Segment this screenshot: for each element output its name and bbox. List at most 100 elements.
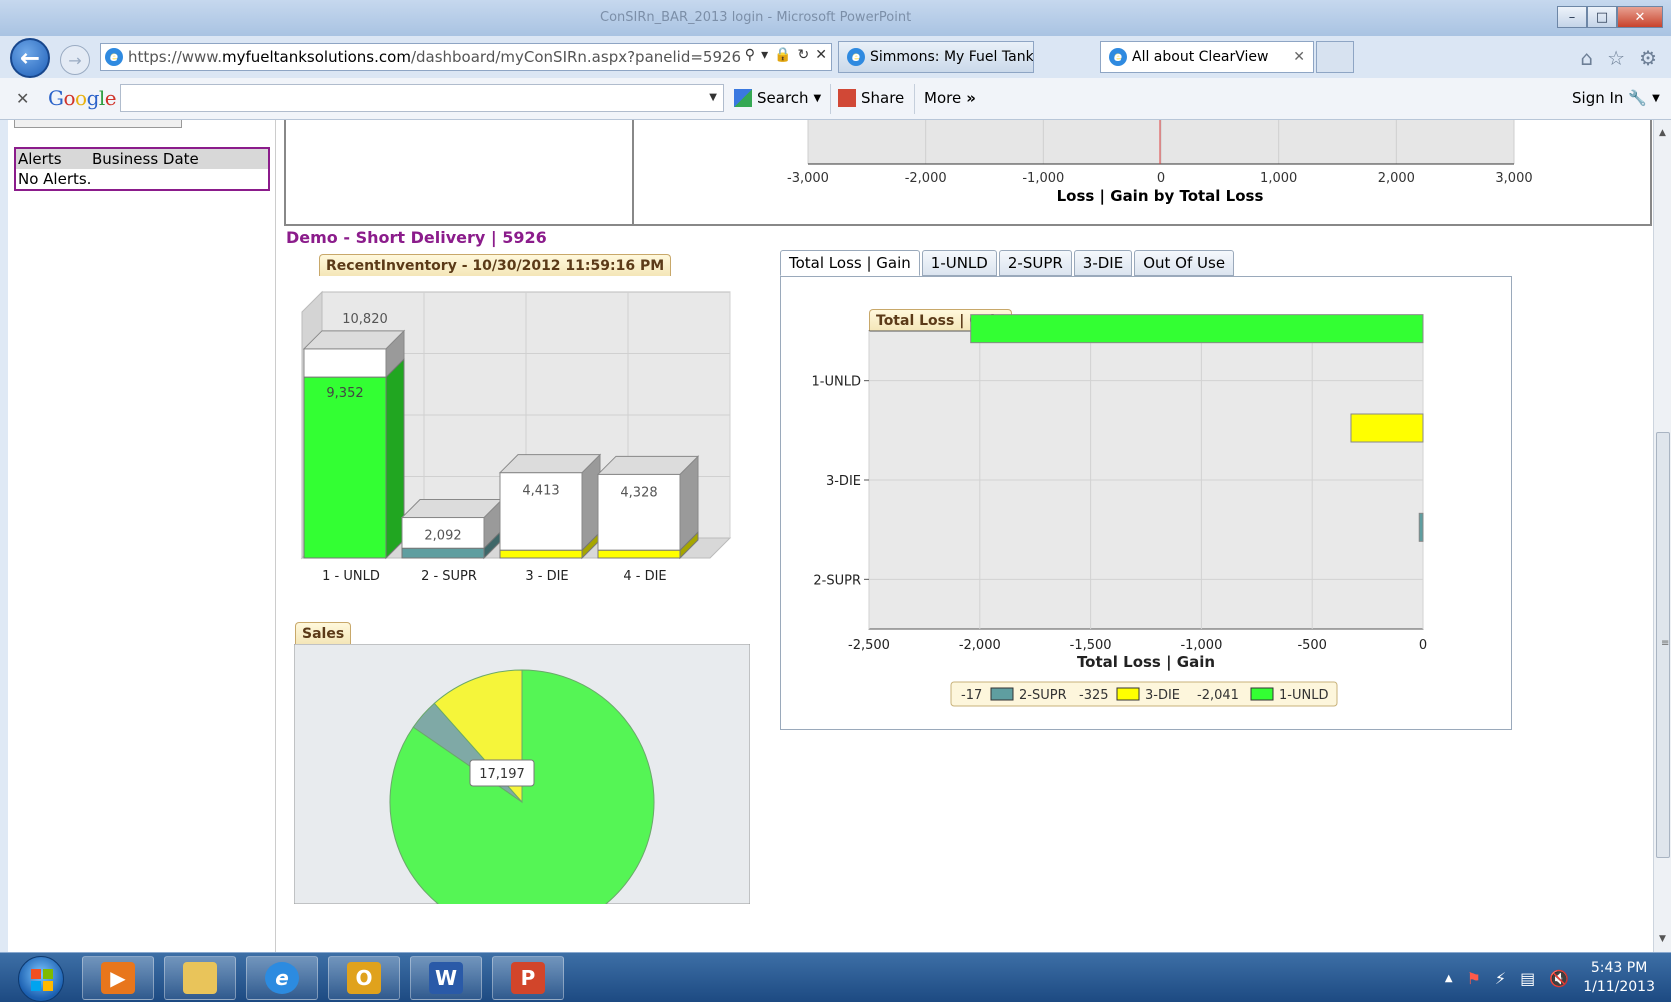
taskbar-clock[interactable]: 5:43 PM 1/11/2013 [1583,959,1655,997]
google-search-button[interactable]: Search ▼ [734,89,821,107]
loss-gain-legend: -17 2-SUPR -325 3-DIE -2,041 1-UNLD [950,681,1338,707]
chevron-down-icon[interactable]: ▾ [761,47,768,63]
legend-swatch [1250,687,1274,701]
tab-label: Simmons: My Fuel Tank Soluti... [870,49,1034,65]
sidebar: Alerts Business Date No Alerts. [8,120,276,952]
loss-gain-tick-label: -2,000 [959,638,1001,653]
more-button[interactable]: More» [924,89,976,107]
alerts-table: Alerts Business Date No Alerts. [14,147,270,191]
taskbar-powerpoint[interactable]: P [492,956,564,1000]
taskbar-media-player[interactable]: ▶ [82,956,154,1000]
loss-gain-tick-label: -2,500 [848,638,890,653]
new-tab-button[interactable] [1316,41,1354,73]
action-center-flag-icon[interactable]: ⚑ [1467,969,1481,988]
loss-gain-tick-label: 0 [1419,638,1427,653]
start-button[interactable] [18,956,64,1002]
search-icon[interactable]: ⚲ [745,47,755,63]
close-icon[interactable]: ✕ [16,89,29,108]
google-search-input[interactable]: ▼ [120,84,724,112]
ie-tab-icon: e [1109,48,1127,66]
top-panel: -3,000 -2,000 -1,000 0 1,000 2,000 3,000 Loss … [284,120,1652,226]
top-chart-xlabel: Loss | Gain by Total Loss [1057,187,1264,206]
tab-1-unld[interactable]: 1-UNLD [921,250,997,276]
inventory-capacity-label: 4,413 [522,484,559,499]
page-scrollbar[interactable]: ▲ ≡ ▼ [1653,120,1671,952]
top-loss-gain-chart: -3,000 -2,000 -1,000 0 1,000 2,000 3,000 Loss … [787,120,1533,206]
top-tick-label: 1,000 [1260,171,1297,186]
lock-icon[interactable]: 🔒 [774,47,791,63]
maximize-button[interactable]: □ [1587,6,1617,28]
inventory-capacity-bar [303,348,387,378]
network-icon[interactable]: ▤ [1520,969,1535,988]
tab-simmons[interactable]: e Simmons: My Fuel Tank Soluti... [838,41,1034,73]
back-button[interactable]: ← [10,38,50,78]
inventory-volume-side [385,357,405,560]
wrench-icon[interactable]: 🔧 [1628,89,1647,107]
minimize-button[interactable]: – [1557,6,1587,28]
inventory-chart-header: RecentInventory - 10/30/2012 11:59:16 PM [319,254,672,276]
forward-arrow-icon: → [68,50,82,70]
legend-swatch [1116,687,1140,701]
loss-gain-panel: Total Loss | Gain -2,500 -2,000 -1,500 -1,0… [780,276,1512,730]
grip-icon: ≡ [1661,638,1670,649]
windows-taskbar: ▶ e O W P ▲ ⚑ ⚡ ▤ 🔇 5:43 PM 1/11/2013 [0,952,1671,1002]
taskbar-explorer[interactable] [164,956,236,1000]
gear-icon[interactable]: ⚙ [1639,46,1657,70]
top-tick-label: -2,000 [905,171,947,186]
inventory-category-label: 2 - SUPR [421,569,477,584]
tab-out-of-use[interactable]: Out Of Use [1134,250,1235,276]
sales-pie-chart: 17,197 [294,644,750,904]
share-button[interactable]: Share [838,89,904,107]
sidebar-button[interactable] [14,120,182,128]
inventory-category-label: 1 - UNLD [322,569,380,584]
stop-icon[interactable]: ✕ [815,47,827,63]
loss-gain-tabs: Total Loss | Gain 1-UNLD 2-SUPR 3-DIE Ou… [780,250,1235,276]
clock-date: 1/11/2013 [1583,979,1655,995]
loss-gain-category-label: 2-SUPR [813,573,861,588]
legend-value: -17 [961,688,982,703]
alerts-empty-row: No Alerts. [18,170,92,188]
refresh-icon[interactable]: ↻ [798,47,810,63]
inventory-volume-label: 9,352 [326,386,363,401]
ie-page-icon: e [105,48,123,66]
power-icon[interactable]: ⚡ [1495,969,1506,988]
taskbar-word[interactable]: W [410,956,482,1000]
legend-value: -2,041 [1197,688,1239,703]
chevron-down-icon[interactable]: ▼ [709,92,717,103]
top-tick-label: -3,000 [787,171,829,186]
double-chevron-right-icon: » [966,89,976,107]
sales-tooltip: 17,197 [469,759,535,787]
inventory-volume-bar [597,549,681,559]
home-icon[interactable]: ⌂ [1580,46,1593,70]
inventory-capacity-label: 4,328 [620,485,657,500]
inventory-capacity-top [498,454,602,474]
loss-gain-bar [970,314,1424,344]
close-window-button[interactable]: ✕ [1617,6,1663,28]
tab-total-loss-gain[interactable]: Total Loss | Gain [780,250,920,276]
address-bar[interactable]: e https://www.myfueltanksolutions.com/da… [100,43,832,71]
ie-tab-icon: e [847,48,865,66]
volume-muted-icon[interactable]: 🔇 [1549,969,1569,988]
show-hidden-icons-icon[interactable]: ▲ [1445,973,1453,984]
inventory-capacity-top [400,499,504,519]
tab-2-supr[interactable]: 2-SUPR [998,250,1072,276]
legend-name: 1-UNLD [1279,688,1328,703]
legend-value: -325 [1079,688,1109,703]
tab-clearview[interactable]: e All about ClearView ✕ [1100,41,1314,73]
inventory-volume-bar [499,549,583,559]
favorites-star-icon[interactable]: ☆ [1607,46,1625,70]
sign-in-button[interactable]: Sign In 🔧 ▼ [1572,89,1660,107]
taskbar-internet-explorer[interactable]: e [246,956,318,1000]
google-plus-icon [838,89,856,107]
tab-3-die[interactable]: 3-DIE [1073,250,1133,276]
forward-button[interactable]: → [60,45,90,75]
scroll-thumb[interactable]: ≡ [1656,432,1670,858]
top-tick-label: 3,000 [1495,171,1532,186]
close-tab-icon[interactable]: ✕ [1293,49,1305,65]
system-tray: ▲ ⚑ ⚡ ▤ 🔇 5:43 PM 1/11/2013 [1445,959,1655,997]
scroll-up-icon[interactable]: ▲ [1654,124,1671,142]
inventory-capacity-label: 10,820 [342,312,388,327]
inventory-volume-bar [401,547,485,559]
scroll-down-icon[interactable]: ▼ [1654,930,1671,948]
taskbar-outlook[interactable]: O [328,956,400,1000]
